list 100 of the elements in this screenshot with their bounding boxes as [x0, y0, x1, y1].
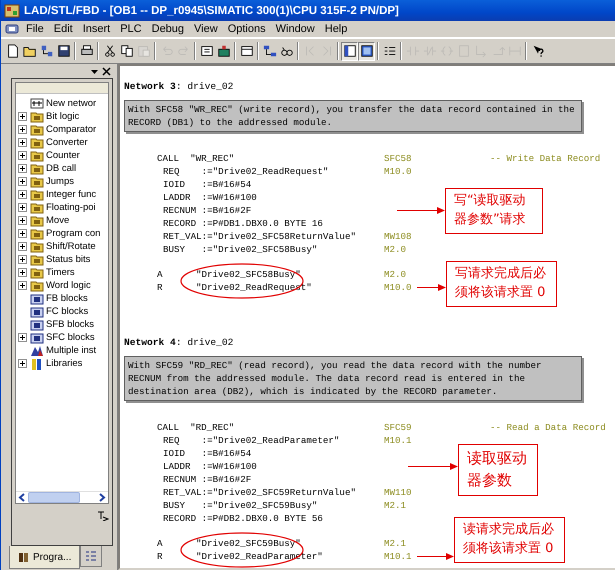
- network-comment: With SFC58 "WR_REC" (write record), you transfer the data record contained in the RECORD (DB1) to the addressed module.: [124, 100, 582, 132]
- address-text: M2.0: [384, 243, 406, 256]
- tree-item[interactable]: SFC blocks: [44, 332, 95, 343]
- folder-icon: [30, 226, 44, 240]
- address-text: M10.0: [384, 165, 412, 178]
- expand-icon[interactable]: [18, 216, 27, 225]
- expand-icon[interactable]: [18, 281, 27, 290]
- expand-icon[interactable]: [18, 138, 27, 147]
- tree-item[interactable]: SFB blocks: [44, 319, 94, 330]
- image-icon[interactable]: [358, 42, 375, 60]
- callout-note: 读请求完成后必须将该请求置 0: [454, 517, 565, 563]
- tree-item[interactable]: Integer func: [44, 189, 96, 200]
- pointer-arrow: [397, 206, 445, 215]
- expand-icon[interactable]: [18, 255, 27, 264]
- folder-icon: [30, 200, 44, 214]
- block-icon: [30, 292, 44, 306]
- expand-icon[interactable]: [18, 164, 27, 173]
- folder-icon: [30, 252, 44, 266]
- tree-item[interactable]: Jumps: [44, 176, 74, 187]
- folder-icon: [30, 278, 44, 292]
- address-text: SFC58: [384, 152, 412, 165]
- scroll-left-icon[interactable]: [18, 493, 26, 502]
- tree-item[interactable]: Converter: [44, 137, 88, 148]
- callout-note: 写“读取驱动器参数”请求: [445, 188, 543, 234]
- menu-item[interactable]: Help: [320, 22, 352, 36]
- folder-icon: [30, 148, 44, 162]
- address-text: M2.1: [384, 537, 406, 550]
- code-line: IOID :=B#16#54: [162, 178, 252, 191]
- tree-item[interactable]: Status bits: [44, 254, 90, 265]
- address-text: M2.1: [384, 499, 406, 512]
- code-line: BUSY :="Drive02_SFC58Busy": [162, 243, 318, 256]
- expand-icon[interactable]: [18, 125, 27, 134]
- tree-item[interactable]: DB call: [44, 163, 76, 174]
- code-line: BUSY :="Drive02_SFC59Busy": [162, 499, 318, 512]
- dropdown-icon[interactable]: [90, 67, 99, 76]
- block-icon: [30, 330, 44, 344]
- pin-icon[interactable]: [96, 509, 110, 521]
- tree-item[interactable]: Bit logic: [44, 111, 80, 122]
- menu-item[interactable]: Options: [222, 22, 271, 36]
- code-line: CALL "RD_REC": [156, 421, 236, 434]
- tree-item[interactable]: Word logic: [44, 280, 91, 291]
- menu-item[interactable]: File: [21, 22, 49, 36]
- menu-item[interactable]: Debug: [146, 22, 190, 36]
- code-line: CALL "WR_REC": [156, 152, 236, 165]
- code-line: RECORD :=P#DB2.DBX0.0 BYTE 56: [162, 512, 324, 525]
- pointer-arrow: [417, 552, 454, 561]
- menu-item[interactable]: Insert: [78, 22, 116, 36]
- document-menu-icon[interactable]: [5, 24, 19, 34]
- panel-icon[interactable]: [341, 42, 358, 60]
- menu-item[interactable]: View: [189, 22, 223, 36]
- expand-icon[interactable]: [18, 190, 27, 199]
- mountain-icon: [30, 344, 44, 358]
- expand-icon[interactable]: [18, 151, 27, 160]
- tree-item[interactable]: Libraries: [44, 358, 82, 369]
- books-icon: [30, 356, 44, 370]
- address-text: M2.0: [384, 268, 406, 281]
- app-icon: [4, 2, 20, 18]
- address-text: MW108: [384, 230, 412, 243]
- tree-item[interactable]: FC blocks: [44, 306, 88, 317]
- folder-icon: [30, 188, 44, 202]
- scrollbar-thumb[interactable]: [28, 492, 80, 503]
- tree-item[interactable]: Counter: [44, 150, 80, 161]
- tree-item[interactable]: Comparator: [44, 124, 96, 135]
- expand-icon[interactable]: [18, 359, 27, 368]
- code-line: RECNUM :=B#16#2F: [162, 204, 252, 217]
- expand-icon[interactable]: [18, 333, 27, 342]
- folder-icon: [30, 110, 44, 124]
- tree-item[interactable]: Multiple inst: [44, 345, 96, 356]
- tree-item[interactable]: Move: [44, 215, 70, 226]
- folder-icon: [30, 162, 44, 176]
- network-comment: With SFC59 "RD_REC" (read record), you read the data record with the number RECNUM from the addressed module. The data record read is entered in the destination area (DB2), which is indicated by the RECORD parameter.: [124, 356, 582, 401]
- expand-icon[interactable]: [18, 112, 27, 121]
- pointer-arrow: [417, 283, 446, 292]
- tree-item[interactable]: Floating-poi: [44, 202, 96, 213]
- tree-item[interactable]: Program con: [44, 228, 100, 239]
- address-text: MW110: [384, 486, 412, 499]
- code-line: A "Drive02_SFC58Busy": [156, 268, 302, 281]
- panel-tab[interactable]: Progra...: [9, 546, 80, 569]
- menu-item[interactable]: PLC: [115, 22, 147, 36]
- scroll-right-icon[interactable]: [98, 493, 106, 502]
- folder-icon: [30, 266, 44, 280]
- expand-icon[interactable]: [18, 229, 27, 238]
- expand-icon[interactable]: [18, 242, 27, 251]
- callout-note: 写请求完成后必须将该请求置 0: [446, 261, 557, 307]
- tree-item[interactable]: Timers: [44, 267, 75, 278]
- tree-item[interactable]: Shift/Rotate: [44, 241, 96, 252]
- panel-tab[interactable]: [80, 546, 102, 567]
- address-text: M10.1: [384, 550, 412, 563]
- tree-item[interactable]: New networ: [44, 98, 96, 109]
- code-comment: -- Write Data Record: [490, 152, 600, 165]
- expand-icon[interactable]: [18, 268, 27, 277]
- close-icon[interactable]: [102, 67, 111, 76]
- code-line: REQ :="Drive02_ReadParameter": [162, 434, 340, 447]
- menu-item[interactable]: Edit: [48, 22, 78, 36]
- folder-icon: [30, 136, 44, 150]
- menu-item[interactable]: Window: [270, 22, 320, 36]
- tree-item[interactable]: FB blocks: [44, 293, 88, 304]
- network-icon: [30, 96, 44, 110]
- expand-icon[interactable]: [18, 177, 27, 186]
- expand-icon[interactable]: [18, 203, 27, 212]
